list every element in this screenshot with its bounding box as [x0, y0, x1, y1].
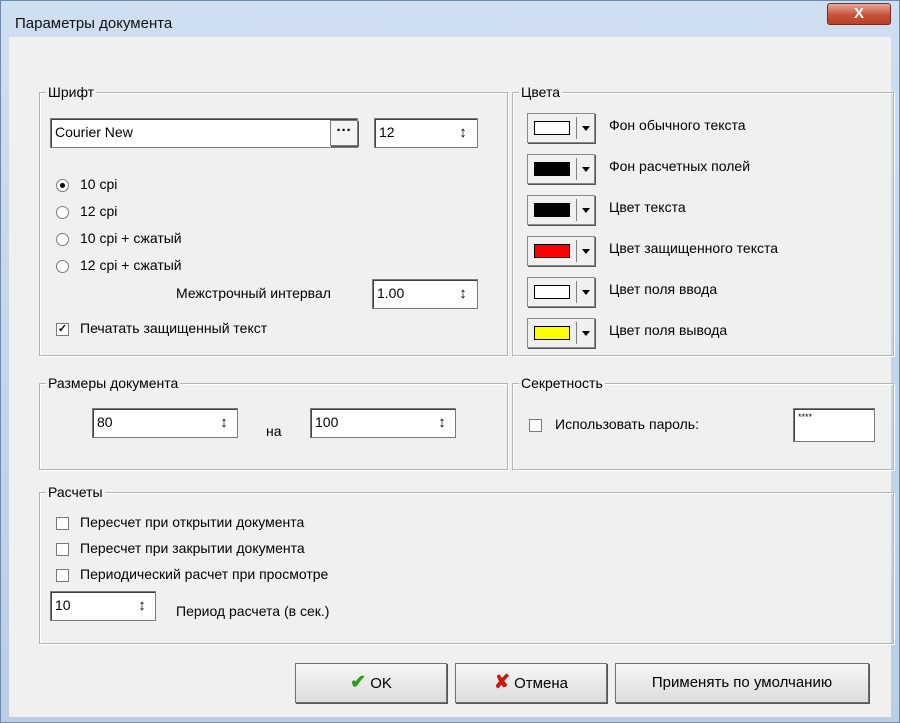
radio-10cpi-condensed-label: 10 cpi + сжатый: [80, 230, 182, 246]
line-spacing-spinner-icon[interactable]: ↕: [451, 282, 475, 306]
dialog-client: Шрифт Courier New ··· 12 ↕ 10 cpi 12 cpi…: [9, 37, 894, 717]
color-swatch: [534, 162, 570, 176]
colors-group: Цвета Фон обычного текста Фон расчетных п…: [512, 84, 894, 356]
chevron-down-icon: [582, 208, 590, 213]
cancel-label: Отмена: [514, 675, 568, 692]
radio-12cpi-condensed-label: 12 cpi + сжатый: [80, 257, 182, 273]
radio-10cpi-label: 10 cpi: [80, 176, 118, 192]
ellipsis-icon: ···: [336, 122, 352, 139]
doc-width-value: 80: [97, 414, 113, 430]
font-size-value: 12: [379, 124, 395, 140]
chevron-down-icon: [582, 249, 590, 254]
separator: [576, 322, 577, 344]
color-swatch: [534, 121, 570, 135]
colors-legend: Цвета: [519, 84, 562, 100]
color-label-0: Фон обычного текста: [609, 117, 746, 133]
recalc-open-label: Пересчет при открытии документа: [80, 514, 305, 530]
font-group: Шрифт Courier New ··· 12 ↕ 10 cpi 12 cpi…: [39, 84, 508, 356]
doc-height-value: 100: [315, 414, 339, 430]
apply-defaults-label: Применять по умолчанию: [651, 674, 833, 691]
color-picker-button-0[interactable]: [527, 113, 595, 143]
color-picker-button-3[interactable]: [527, 236, 595, 266]
radio-12cpi-condensed[interactable]: [56, 260, 69, 273]
doc-width-spinner-icon[interactable]: ↕: [212, 411, 236, 435]
color-label-2: Цвет текста: [609, 199, 686, 215]
calc-period-label: Период расчета (в сек.): [176, 603, 330, 619]
color-label-4: Цвет поля ввода: [609, 281, 718, 297]
use-password-label: Использовать пароль:: [555, 416, 699, 432]
color-label-5: Цвет поля вывода: [609, 322, 728, 338]
document-size-legend: Размеры документа: [46, 375, 181, 391]
recalc-open-checkbox[interactable]: [56, 517, 69, 530]
color-swatch: [534, 285, 570, 299]
font-legend: Шрифт: [46, 84, 97, 100]
font-size-spinner-icon[interactable]: ↕: [451, 121, 475, 145]
radio-10cpi-condensed[interactable]: [56, 233, 69, 246]
chevron-down-icon: [582, 167, 590, 172]
check-icon: ✔: [350, 672, 367, 693]
color-label-1: Фон расчетных полей: [609, 158, 751, 174]
password-value: ****: [798, 412, 813, 422]
calc-period-value: 10: [55, 597, 71, 613]
calc-period-spinner-icon[interactable]: ↕: [130, 594, 154, 618]
color-picker-button-4[interactable]: [527, 277, 595, 307]
print-protected-label: Печатать защищенный текст: [80, 320, 268, 336]
calculations-group: Расчеты Пересчет при открытии документа …: [39, 484, 894, 644]
periodic-calc-label: Периодический расчет при просмотре: [80, 566, 329, 582]
print-protected-checkbox[interactable]: ✓: [56, 323, 69, 336]
color-swatch: [534, 244, 570, 258]
recalc-close-label: Пересчет при закрытии документа: [80, 540, 305, 556]
color-picker-button-2[interactable]: [527, 195, 595, 225]
separator: [576, 158, 577, 180]
radio-10cpi[interactable]: [56, 179, 69, 192]
color-picker-button-1[interactable]: [527, 154, 595, 184]
periodic-calc-checkbox[interactable]: [56, 569, 69, 582]
secrecy-group: Секретность Использовать пароль: ****: [512, 375, 894, 470]
separator: [576, 199, 577, 221]
chevron-down-icon: [582, 126, 590, 131]
secrecy-legend: Секретность: [519, 375, 605, 391]
close-button[interactable]: X: [827, 3, 891, 25]
by-label: на: [266, 423, 282, 439]
color-swatch: [534, 203, 570, 217]
recalc-close-checkbox[interactable]: [56, 543, 69, 556]
font-browse-button[interactable]: ···: [330, 120, 358, 146]
separator: [576, 281, 577, 303]
separator: [576, 240, 577, 262]
doc-height-spinner-icon[interactable]: ↕: [430, 411, 454, 435]
use-password-checkbox[interactable]: [529, 419, 542, 432]
calculations-legend: Расчеты: [46, 484, 105, 500]
window-title: Параметры документа: [15, 15, 173, 32]
password-field[interactable]: ****: [793, 408, 875, 442]
x-icon: ✘: [494, 672, 510, 693]
separator: [576, 117, 577, 139]
ok-label: OK: [370, 675, 392, 692]
font-name-value: Courier New: [55, 124, 133, 140]
radio-12cpi-label: 12 cpi: [80, 203, 118, 219]
ok-button[interactable]: ✔ OK: [295, 663, 447, 703]
cancel-button[interactable]: ✘ Отмена: [455, 663, 607, 703]
document-size-group: Размеры документа 80 ↕ на 100 ↕: [39, 375, 508, 470]
color-picker-button-5[interactable]: [527, 318, 595, 348]
title-bar: Параметры документа X: [1, 1, 899, 37]
radio-12cpi[interactable]: [56, 206, 69, 219]
chevron-down-icon: [582, 290, 590, 295]
line-spacing-label: Межстрочный интервал: [176, 285, 331, 301]
color-label-3: Цвет защищенного текста: [609, 240, 779, 256]
font-name-field[interactable]: Courier New: [50, 118, 358, 148]
color-swatch: [534, 326, 570, 340]
line-spacing-value: 1.00: [377, 285, 405, 301]
dialog-window: Параметры документа X Шрифт Courier New …: [0, 0, 900, 723]
chevron-down-icon: [582, 331, 590, 336]
apply-defaults-button[interactable]: Применять по умолчанию: [615, 663, 869, 703]
